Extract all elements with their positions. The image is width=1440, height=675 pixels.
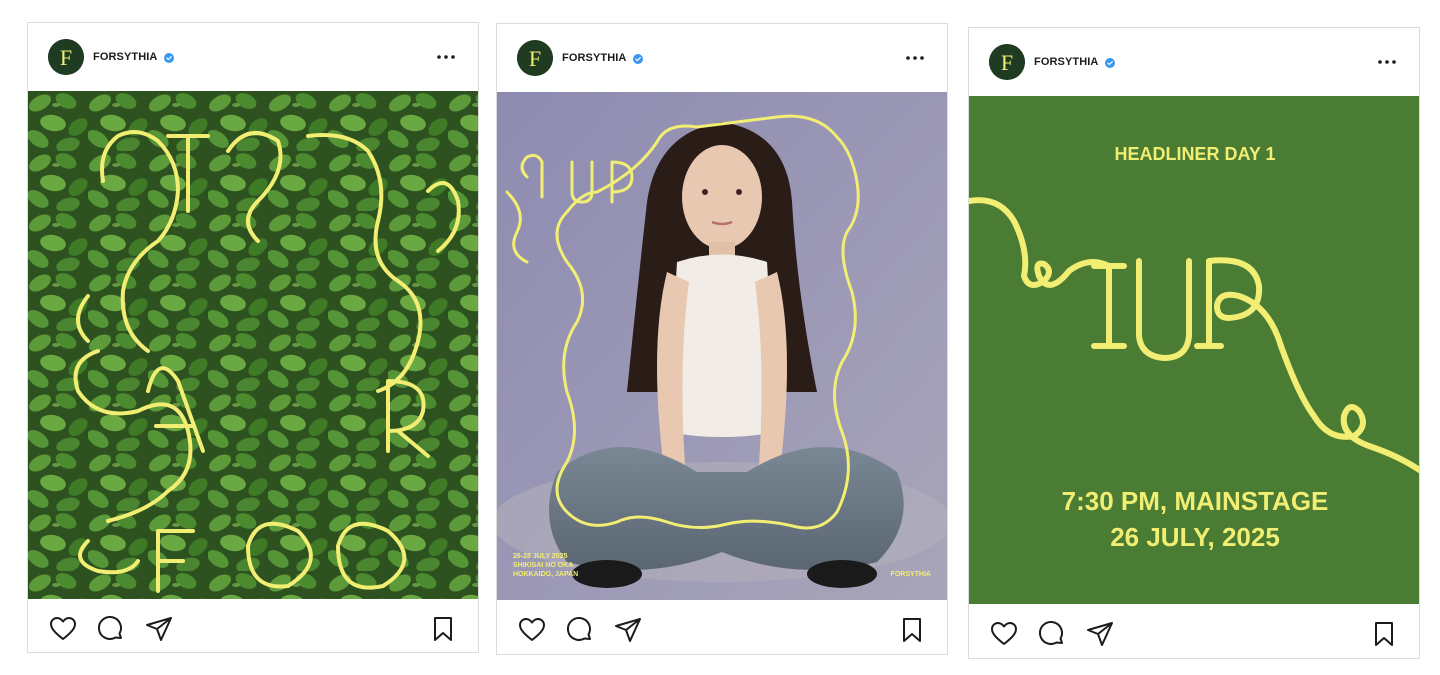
post-header: F FORSYTHIA: [28, 23, 478, 91]
username[interactable]: FORSYTHIA: [1034, 56, 1098, 69]
poster-brand: FORSYTHIA: [891, 571, 931, 578]
event-date: 26-28 JULY 2025: [513, 553, 568, 560]
heart-icon: [991, 622, 1017, 645]
share-icon: [1087, 622, 1113, 646]
share-button[interactable]: [613, 615, 643, 645]
face-shape: [682, 145, 762, 249]
instagram-post-2: F FORSYTHIA 26-28 JULY 2025 SHIKISAI NO …: [496, 23, 948, 655]
headliner-title: HEADLINER DAY 1: [1114, 144, 1275, 164]
save-button[interactable]: [428, 614, 458, 644]
save-button[interactable]: [897, 615, 927, 645]
comment-button[interactable]: [1037, 619, 1067, 649]
post-header: F FORSYTHIA: [969, 28, 1419, 96]
more-options-button[interactable]: [434, 49, 458, 65]
instagram-post-3: F FORSYTHIA HEADLINER DAY 1 7:30 PM, MAI…: [968, 27, 1420, 659]
time-stage: 7:30 PM, MAINSTAGE: [1062, 486, 1329, 516]
save-button[interactable]: [1369, 619, 1399, 649]
like-button[interactable]: [517, 615, 547, 645]
comment-icon: [567, 617, 591, 641]
username[interactable]: FORSYTHIA: [562, 52, 626, 65]
avatar[interactable]: F: [517, 40, 553, 76]
comment-button[interactable]: [565, 615, 595, 645]
verified-badge-icon: [633, 54, 643, 64]
verified-badge-icon: [1105, 58, 1115, 68]
event-date: 26 JULY, 2025: [1110, 522, 1280, 552]
more-options-button[interactable]: [903, 50, 927, 66]
heart-icon: [50, 617, 76, 640]
avatar[interactable]: F: [48, 39, 84, 75]
bookmark-icon: [434, 617, 452, 641]
verified-badge-icon: [164, 53, 174, 63]
avatar-letter: F: [529, 46, 541, 71]
post-actions: [28, 599, 478, 652]
like-button[interactable]: [48, 614, 78, 644]
post-image[interactable]: HEADLINER DAY 1 7:30 PM, MAINSTAGE 26 JU…: [969, 96, 1419, 604]
post-actions: [969, 604, 1419, 658]
comment-icon: [98, 616, 122, 640]
comment-icon: [1039, 621, 1063, 645]
bookmark-icon: [1375, 622, 1393, 646]
post-image[interactable]: [28, 91, 478, 599]
share-button[interactable]: [1085, 619, 1115, 649]
share-icon: [146, 617, 172, 641]
event-venue: SHIKISAI NO OKA: [513, 562, 573, 569]
post-actions: [497, 600, 947, 654]
username[interactable]: FORSYTHIA: [93, 51, 157, 64]
share-button[interactable]: [144, 614, 174, 644]
post-header: F FORSYTHIA: [497, 24, 947, 92]
heart-icon: [519, 618, 545, 641]
more-options-button[interactable]: [1375, 54, 1399, 70]
post-image[interactable]: 26-28 JULY 2025 SHIKISAI NO OKA HOKKAIDO…: [497, 92, 947, 600]
like-button[interactable]: [989, 619, 1019, 649]
avatar-letter: F: [60, 45, 72, 70]
event-location: HOKKAIDO, JAPAN: [513, 571, 578, 578]
comment-button[interactable]: [96, 614, 126, 644]
avatar[interactable]: F: [989, 44, 1025, 80]
avatar-letter: F: [1001, 50, 1013, 75]
share-icon: [615, 618, 641, 642]
instagram-post-1: F FORSYTHIA: [27, 22, 479, 653]
bookmark-icon: [903, 618, 921, 642]
